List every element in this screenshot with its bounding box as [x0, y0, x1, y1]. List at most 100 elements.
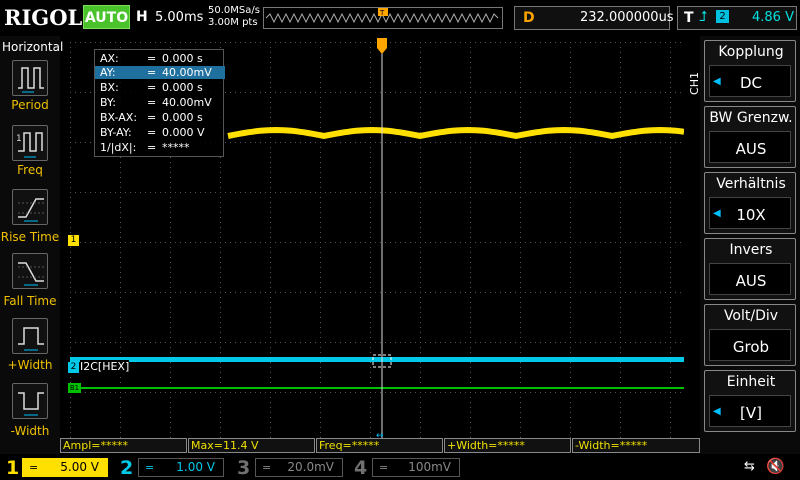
ch2-marker[interactable]: 2	[68, 362, 79, 373]
ch1-coupling: =	[29, 461, 39, 474]
measurement-max[interactable]: Max=11.4 V	[188, 438, 315, 453]
coupling-button[interactable]: Kopplung ◀ DC	[704, 40, 796, 102]
probe-ratio-button[interactable]: Verhältnis ◀ 10X	[704, 172, 796, 234]
cursor-key: BY:	[100, 96, 116, 109]
cursor-value: *****	[162, 141, 190, 154]
period-button[interactable]	[12, 60, 48, 96]
ch4-coupling: =	[379, 461, 389, 474]
cursor-value: 40.00mV	[162, 96, 212, 109]
freq-button[interactable]: 1	[12, 125, 48, 161]
probe-ratio-value: 10X	[736, 206, 766, 224]
cursor-value: 0.000 s	[162, 111, 203, 124]
bus-marker[interactable]: B1	[68, 383, 81, 393]
ch2-coupling: =	[145, 461, 155, 474]
coupling-value: DC	[739, 74, 763, 92]
cursor-readout-panel: AX: = 0.000 s AY: = 40.00mV BX: = 0.000 s BY: =…	[94, 49, 225, 157]
volt-div-button[interactable]: Volt/Div Grob	[704, 304, 796, 366]
ch1-scale: 5.00 V	[60, 460, 99, 474]
volt-div-value: Grob	[732, 338, 770, 356]
volt-div-value-box: Grob	[709, 329, 791, 361]
cursor-row: 1/|dX|: = *****	[95, 141, 225, 154]
cursor-eq: =	[147, 66, 157, 79]
bw-limit-value-box: AUS	[709, 131, 791, 163]
cursor-key: 1/|dX|:	[100, 141, 137, 154]
probe-ratio-value-box: ◀ 10X	[709, 197, 791, 229]
speaker-muted-icon[interactable]: 🔇	[766, 457, 785, 475]
channel-menu-label: CH1	[688, 72, 701, 95]
ch1-scale-box: = 5.00 V	[22, 458, 108, 477]
invert-button[interactable]: Invers AUS	[704, 238, 796, 300]
cursor-row: AX: = 0.000 s	[95, 52, 225, 65]
svg-text:T: T	[379, 9, 385, 17]
ch2-scale-box: = 1.00 V	[138, 458, 224, 477]
ch3-status[interactable]: 3 = 20.0mV	[233, 455, 345, 479]
pos-width-button[interactable]	[12, 318, 48, 354]
ch2-scale: 1.00 V	[176, 460, 215, 474]
pos-width-label: +Width	[7, 358, 53, 372]
bw-limit-button[interactable]: BW Grenzw. AUS	[704, 106, 796, 168]
ch1-status[interactable]: 1 = 5.00 V	[0, 455, 110, 479]
measurement-pos-width[interactable]: +Width=*****	[444, 438, 571, 453]
ch3-number: 3	[237, 457, 251, 479]
ch4-status[interactable]: 4 = 100mV	[350, 455, 462, 479]
ch1-number: 1	[6, 457, 20, 479]
measurement-neg-width[interactable]: -Width=*****	[572, 438, 700, 453]
probe-ratio-title: Verhältnis	[716, 176, 786, 192]
fall-time-button[interactable]	[12, 253, 48, 289]
trigger-label: T	[684, 10, 694, 26]
ch2-decode-label: I2C[HEX]	[80, 360, 130, 373]
trigger-position-marker[interactable]	[377, 38, 387, 54]
cursor-eq: =	[147, 111, 157, 124]
trigger-level: 4.86 V	[752, 10, 794, 25]
cursor-key: BX:	[100, 81, 119, 94]
unit-button[interactable]: Einheit ◀ [V]	[704, 370, 796, 432]
period-icon	[18, 67, 44, 93]
delay-label: D	[523, 10, 535, 26]
pos-width-icon	[18, 327, 44, 351]
rise-time-label: Rise Time	[0, 230, 60, 244]
cursor-row-selected: AY: = 40.00mV	[95, 66, 225, 79]
unit-value-box: ◀ [V]	[709, 395, 791, 427]
trigger-source: 2	[716, 10, 729, 23]
fall-time-icon	[18, 262, 44, 286]
cursor-key: BX-AX:	[100, 111, 138, 124]
cursor-value: 40.00mV	[162, 66, 212, 79]
cursor-bottom-marker: ↔	[376, 431, 384, 438]
rise-time-button[interactable]	[12, 189, 48, 225]
left-menu-title: Horizontal	[2, 40, 64, 54]
measurement-ampl[interactable]: Ampl=*****	[60, 438, 187, 453]
ch2-status[interactable]: 2 = 1.00 V	[116, 455, 226, 479]
cursor-key: AX:	[100, 52, 119, 65]
ch1-marker[interactable]: 1	[68, 235, 79, 246]
ch2-trace	[70, 357, 684, 362]
timebase-label: H	[136, 9, 148, 25]
volt-div-title: Volt/Div	[723, 308, 779, 324]
cursor-value: 0.000 V	[162, 126, 205, 139]
ch4-number: 4	[354, 457, 368, 479]
ch4-scale: 100mV	[408, 460, 451, 474]
svg-text:1: 1	[16, 134, 22, 144]
run-state-button[interactable]: AUTO	[83, 5, 130, 29]
timebase-value[interactable]: 5.00ms	[155, 10, 203, 25]
invert-title: Invers	[729, 242, 773, 258]
bw-limit-value: AUS	[735, 140, 767, 158]
unit-title: Einheit	[726, 374, 776, 390]
memory-map-waveform-icon: T	[265, 8, 499, 24]
ch4-scale-box: = 100mV	[372, 458, 460, 477]
unit-value: [V]	[740, 404, 762, 422]
measurement-freq[interactable]: Freq=*****	[316, 438, 443, 453]
neg-width-label: -Width	[10, 424, 50, 438]
cursor-row: BY-AY: = 0.000 V	[95, 126, 225, 139]
freq-icon: 1	[16, 132, 43, 158]
cursor-row: BX: = 0.000 s	[95, 81, 225, 94]
memory-map[interactable]: T	[263, 7, 503, 29]
usb-icon: ⇆	[744, 459, 755, 474]
cursor-eq: =	[147, 81, 157, 94]
ch3-scale: 20.0mV	[287, 460, 334, 474]
invert-value: AUS	[735, 272, 767, 290]
neg-width-button[interactable]	[12, 383, 48, 419]
cursor-eq: =	[147, 126, 157, 139]
cursor-value: 0.000 s	[162, 52, 203, 65]
neg-width-icon	[18, 392, 44, 416]
cursor-eq: =	[147, 52, 157, 65]
